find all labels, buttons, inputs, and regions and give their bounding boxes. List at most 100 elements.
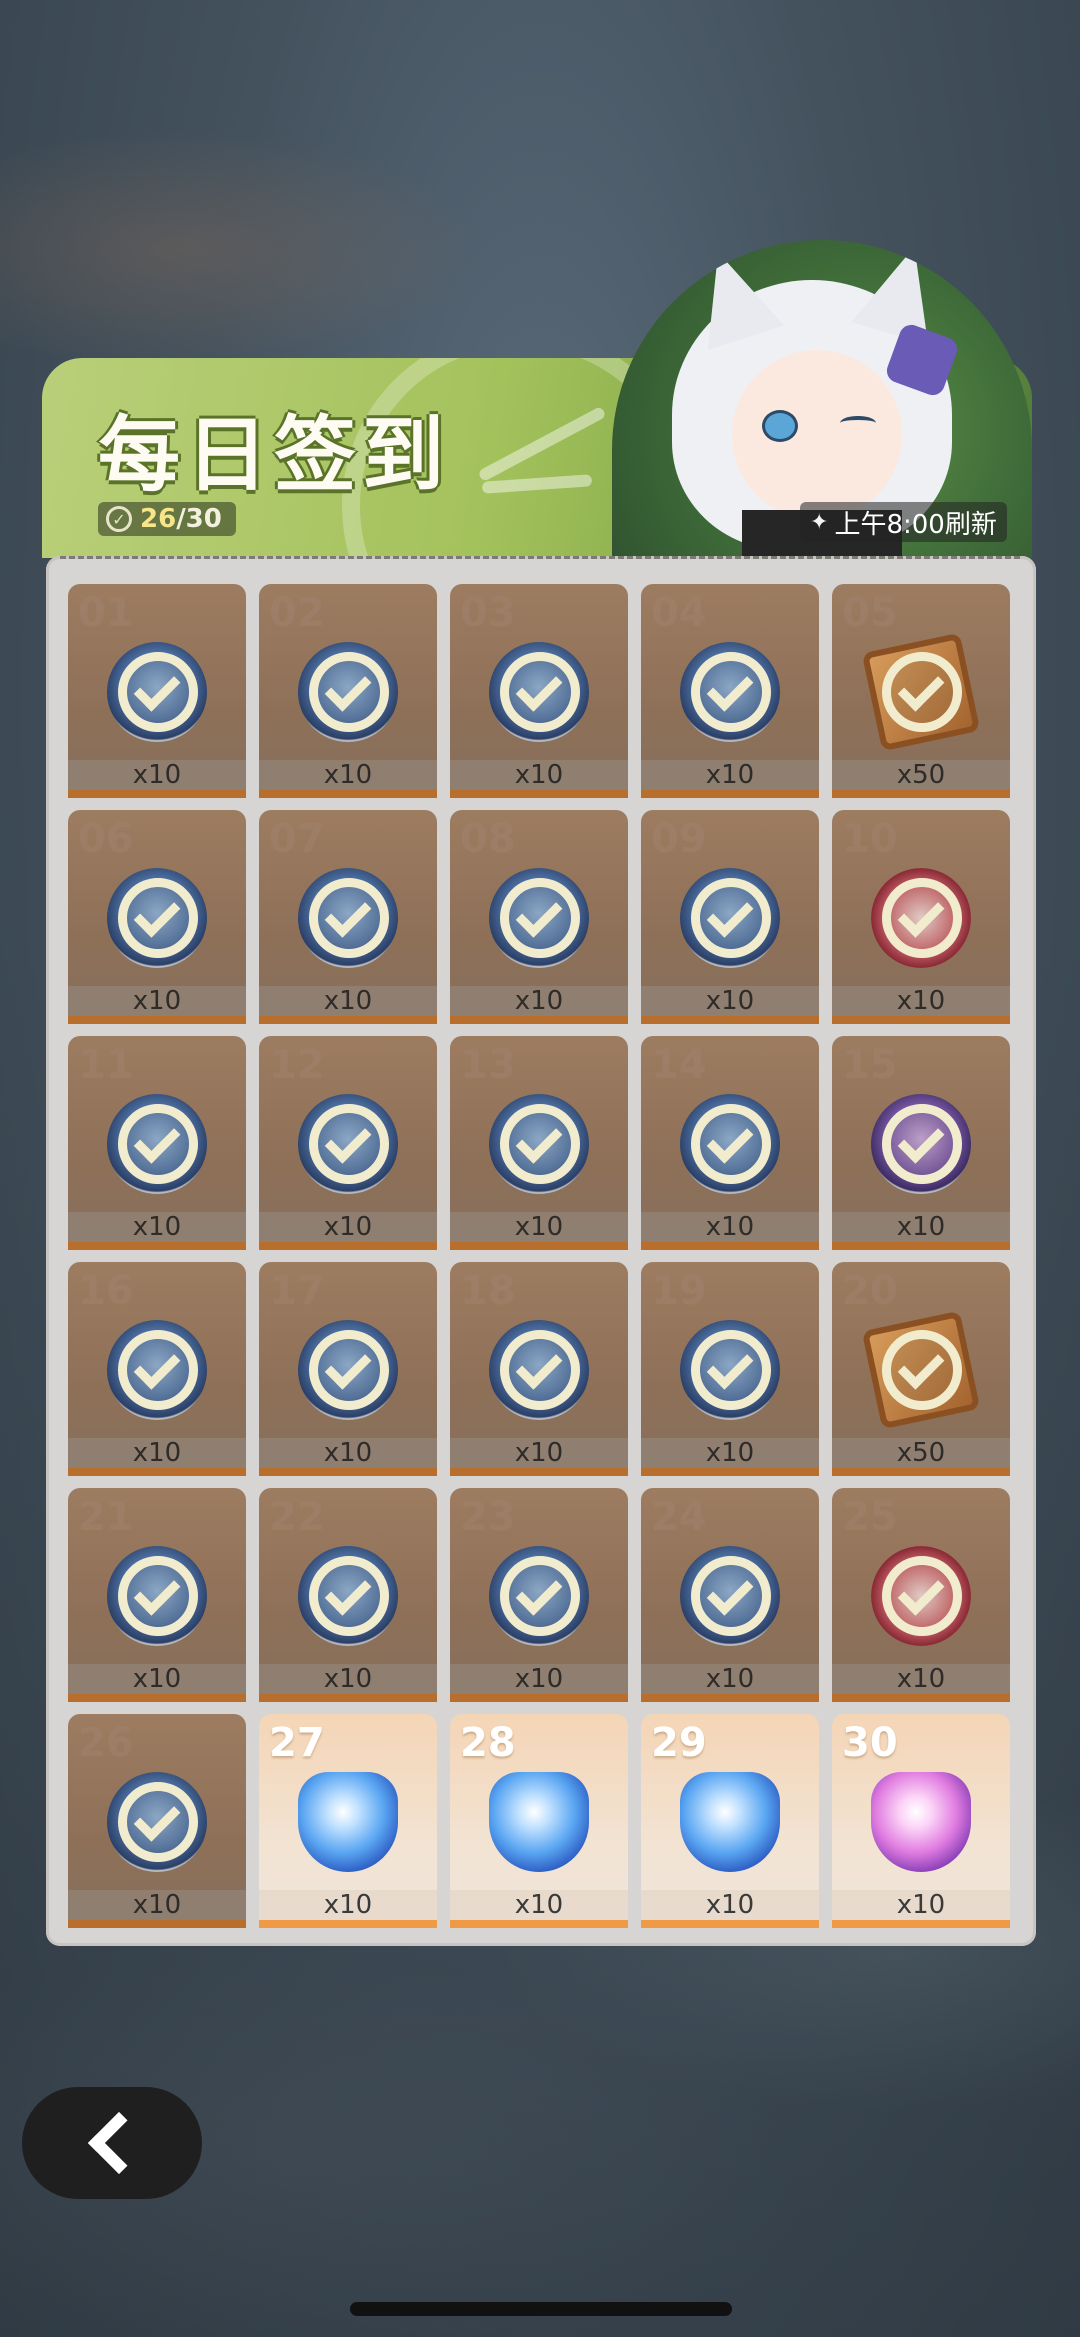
home-indicator[interactable] (350, 2302, 732, 2316)
page-title: 每日签到 (98, 408, 451, 503)
day-cell-25[interactable]: 25 x10 (832, 1488, 1010, 1702)
day-cell-23[interactable]: 23 x10 (450, 1488, 628, 1702)
day-cell-28[interactable]: 28 x10 (450, 1714, 628, 1928)
day-cell-01[interactable]: 01 x10 (68, 584, 246, 798)
header-divider (60, 556, 1020, 559)
day-cell-26[interactable]: 26 x10 (68, 1714, 246, 1928)
gem-pink-reward-icon (871, 1772, 971, 1872)
reward-quantity: x10 (132, 1890, 182, 1920)
reward-quantity: x10 (896, 1890, 946, 1920)
quantity-bar: x10 (641, 1212, 819, 1242)
day-cell-06[interactable]: 06 x10 (68, 810, 246, 1024)
day-cell-03[interactable]: 03 x10 (450, 584, 628, 798)
claimed-check-icon (309, 1556, 389, 1636)
cell-bottom-accent (641, 1694, 819, 1702)
claimed-check-icon (500, 1556, 580, 1636)
claimed-check-icon (309, 1330, 389, 1410)
cell-bottom-accent (641, 1920, 819, 1928)
claimed-check-icon (691, 1104, 771, 1184)
reward-quantity: x10 (323, 1664, 373, 1694)
claimed-check-icon (118, 878, 198, 958)
quantity-bar: x50 (832, 760, 1010, 790)
day-cell-13[interactable]: 13 x10 (450, 1036, 628, 1250)
cell-bottom-accent (259, 1468, 437, 1476)
day-cell-02[interactable]: 02 x10 (259, 584, 437, 798)
day-number: 11 (78, 1042, 134, 1088)
day-cell-14[interactable]: 14 x10 (641, 1036, 819, 1250)
character-face (732, 350, 902, 520)
day-number: 19 (651, 1268, 707, 1314)
claimed-check-icon (882, 1556, 962, 1636)
cell-bottom-accent (832, 1016, 1010, 1024)
quantity-bar: x10 (259, 1438, 437, 1468)
day-cell-12[interactable]: 12 x10 (259, 1036, 437, 1250)
cell-bottom-accent (68, 1694, 246, 1702)
cell-bottom-accent (450, 1242, 628, 1250)
claimed-check-icon (500, 878, 580, 958)
day-number: 22 (269, 1494, 325, 1540)
claimed-check-icon (500, 652, 580, 732)
day-cell-10[interactable]: 10 x10 (832, 810, 1010, 1024)
progress-total: /30 (176, 504, 222, 534)
day-cell-05[interactable]: 05 x50 (832, 584, 1010, 798)
reward-quantity: x10 (323, 1438, 373, 1468)
day-cell-15[interactable]: 15 x10 (832, 1036, 1010, 1250)
day-number: 06 (78, 816, 134, 862)
cell-bottom-accent (259, 1920, 437, 1928)
quantity-bar: x10 (68, 986, 246, 1016)
cell-bottom-accent (450, 1920, 628, 1928)
quantity-bar: x10 (68, 1212, 246, 1242)
day-cell-11[interactable]: 11 x10 (68, 1036, 246, 1250)
claimed-check-icon (500, 1104, 580, 1184)
day-cell-16[interactable]: 16 x10 (68, 1262, 246, 1476)
day-cell-17[interactable]: 17 x10 (259, 1262, 437, 1476)
claimed-check-icon (882, 1330, 962, 1410)
day-cell-18[interactable]: 18 x10 (450, 1262, 628, 1476)
character-wink (840, 416, 876, 430)
claimed-check-icon (882, 878, 962, 958)
day-cell-19[interactable]: 19 x10 (641, 1262, 819, 1476)
day-cell-04[interactable]: 04 x10 (641, 584, 819, 798)
day-number: 26 (78, 1720, 134, 1766)
reward-quantity: x50 (896, 1438, 946, 1468)
quantity-bar: x10 (641, 1664, 819, 1694)
day-cell-20[interactable]: 20 x50 (832, 1262, 1010, 1476)
day-cell-09[interactable]: 09 x10 (641, 810, 819, 1024)
claimed-check-icon (691, 652, 771, 732)
claimed-check-icon (118, 652, 198, 732)
day-cell-24[interactable]: 24 x10 (641, 1488, 819, 1702)
reward-quantity: x10 (514, 1212, 564, 1242)
day-cell-29[interactable]: 29 x10 (641, 1714, 819, 1928)
claimed-check-icon (691, 1330, 771, 1410)
day-cell-27[interactable]: 27 x10 (259, 1714, 437, 1928)
quantity-bar: x10 (641, 760, 819, 790)
day-cell-21[interactable]: 21 x10 (68, 1488, 246, 1702)
cell-bottom-accent (832, 1242, 1010, 1250)
quantity-bar: x10 (641, 1890, 819, 1920)
cell-bottom-accent (832, 790, 1010, 798)
day-cell-08[interactable]: 08 x10 (450, 810, 628, 1024)
quantity-bar: x10 (450, 760, 628, 790)
cell-bottom-accent (641, 790, 819, 798)
day-cell-30[interactable]: 30 x10 (832, 1714, 1010, 1928)
cell-bottom-accent (450, 790, 628, 798)
day-cell-22[interactable]: 22 x10 (259, 1488, 437, 1702)
reward-quantity: x10 (132, 760, 182, 790)
cell-bottom-accent (832, 1694, 1010, 1702)
day-number: 28 (460, 1720, 516, 1766)
claimed-check-icon (309, 652, 389, 732)
reward-quantity: x10 (132, 1664, 182, 1694)
reward-quantity: x10 (323, 1212, 373, 1242)
reward-quantity: x10 (323, 986, 373, 1016)
day-number: 04 (651, 590, 707, 636)
claimed-check-icon (882, 1104, 962, 1184)
back-button[interactable] (22, 2087, 202, 2199)
day-number: 15 (842, 1042, 898, 1088)
refresh-time-label: ✦ 上午8:00刷新 (800, 502, 1007, 542)
refresh-text: 上午8:00刷新 (834, 509, 997, 540)
cell-bottom-accent (450, 1694, 628, 1702)
day-cell-07[interactable]: 07 x10 (259, 810, 437, 1024)
day-number: 25 (842, 1494, 898, 1540)
day-number: 14 (651, 1042, 707, 1088)
gem-blue-reward-icon (489, 1772, 589, 1872)
